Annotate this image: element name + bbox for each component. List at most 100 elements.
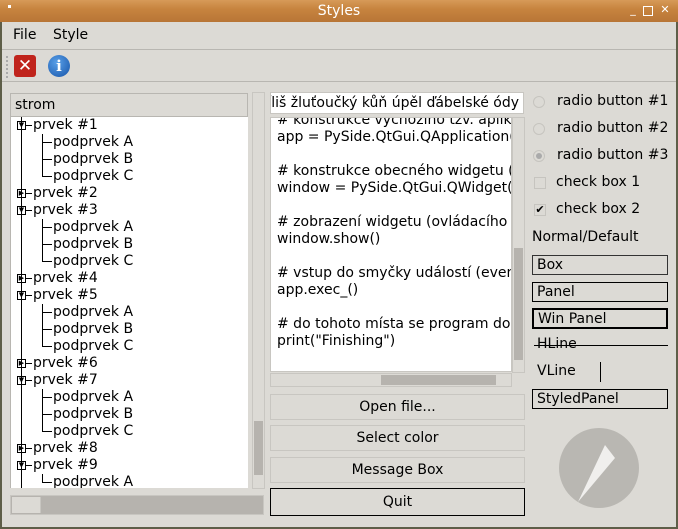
tree-subitem-label: podprvek A — [53, 389, 134, 405]
tree-subitem[interactable]: podprvek B — [11, 406, 248, 423]
tree-subitem-label: podprvek A — [53, 134, 134, 150]
text-vertical-scrollbar[interactable] — [512, 117, 525, 373]
title-bar: Styles _ ✕ — [0, 0, 678, 22]
normal-default-label: Normal/Default — [532, 229, 639, 245]
tree-branch-line — [26, 278, 32, 279]
slider-handle[interactable] — [12, 497, 41, 513]
tree-subitem[interactable]: podprvek B — [11, 151, 248, 168]
minimize-icon[interactable]: _ — [627, 4, 639, 16]
tree-branch-line — [26, 465, 32, 466]
tree-item[interactable]: ▼prvek #9 — [11, 457, 248, 474]
checkbox-label[interactable]: check box 2 — [556, 201, 640, 217]
tree-vertical-scrollbar[interactable] — [252, 92, 265, 489]
code-line: # vstup do smyčky událostí (event loop) — [277, 265, 511, 281]
message-box-button[interactable]: Message Box — [270, 457, 525, 483]
tree-subitem-label: podprvek B — [53, 151, 134, 167]
scrollbar-thumb[interactable] — [254, 421, 263, 475]
radio-button[interactable] — [533, 96, 545, 108]
tree-subitem-label: podprvek B — [53, 321, 134, 337]
code-text-edit[interactable]: # konstrukce výchozího tzv. aplikace app … — [270, 117, 512, 372]
info-icon[interactable]: i — [48, 55, 70, 77]
tree-child-line — [42, 474, 43, 483]
win-panel-frame: Win Panel — [532, 308, 668, 329]
tree-branch-line — [26, 448, 32, 449]
checkbox[interactable] — [534, 177, 546, 189]
quit-button[interactable]: Quit — [270, 488, 525, 516]
tree-branch-line — [42, 482, 52, 483]
tree-subitem-label: podprvek C — [53, 423, 134, 439]
tree-item[interactable]: ▶prvek #6 — [11, 355, 248, 372]
vline-label: VLine — [537, 363, 576, 379]
tree-item-label: prvek #6 — [33, 355, 98, 371]
maximize-icon[interactable] — [643, 6, 653, 16]
tree-subitem[interactable]: podprvek A — [11, 134, 248, 151]
tree-subitem[interactable]: podprvek A — [11, 304, 248, 321]
radio-label[interactable]: radio button #3 — [557, 147, 668, 163]
tree-item[interactable]: ▼prvek #1 — [11, 117, 248, 134]
radio-label[interactable]: radio button #1 — [557, 93, 668, 109]
tree-child-line — [42, 304, 43, 347]
code-line: app.exec_() — [277, 282, 359, 298]
tree-item-label: prvek #7 — [33, 372, 98, 388]
tree-item[interactable]: ▶prvek #4 — [11, 270, 248, 287]
tree-item[interactable]: ▼prvek #5 — [11, 287, 248, 304]
tree-branch-line — [42, 244, 52, 245]
tree-item[interactable]: ▼prvek #3 — [11, 202, 248, 219]
menu-style[interactable]: Style — [51, 27, 90, 43]
tree-root-line — [21, 117, 22, 488]
radio-label[interactable]: radio button #2 — [557, 120, 668, 136]
text-line-edit[interactable]: příliš žluťoučký kůň úpěl ďábelské ódy — [270, 92, 524, 114]
scrollbar-thumb[interactable] — [381, 375, 496, 385]
checkbox-label[interactable]: check box 1 — [556, 174, 640, 190]
tree-subitem-label: podprvek A — [53, 304, 134, 320]
select-color-button[interactable]: Select color — [270, 425, 525, 451]
tree-branch-line — [42, 312, 52, 313]
radio-button[interactable] — [533, 123, 545, 135]
tree-subitem[interactable]: podprvek C — [11, 423, 248, 440]
tree-branch-line — [26, 210, 32, 211]
code-line: # zobrazení widgetu (ovládacího prvku) — [277, 214, 511, 230]
tree-subitem[interactable]: podprvek B — [11, 236, 248, 253]
close-red-icon[interactable]: ✕ — [14, 55, 36, 77]
tree-branch-line — [42, 261, 52, 262]
dial[interactable] — [556, 425, 642, 511]
box-frame: Box — [532, 255, 668, 275]
scrollbar-thumb[interactable] — [514, 248, 523, 360]
menu-file[interactable]: File — [11, 27, 38, 43]
tree-header[interactable]: strom — [10, 93, 248, 117]
tree-subitem[interactable]: podprvek A — [11, 389, 248, 406]
code-line: # konstrukce obecného widgetu (okna) — [277, 163, 511, 179]
tree-subitem-label: podprvek B — [53, 406, 134, 422]
tree-branch-line — [26, 380, 32, 381]
checkbox[interactable]: ✔ — [534, 204, 546, 216]
tree-subitem[interactable]: podprvek A — [11, 474, 248, 488]
hline-label: HLine — [537, 336, 577, 352]
code-line: print("Finishing") — [277, 333, 396, 349]
horizontal-line — [534, 345, 668, 346]
tree-subitem[interactable]: podprvek A — [11, 219, 248, 236]
tree-item-label: prvek #8 — [33, 440, 98, 456]
code-line: app = PySide.QtGui.QApplication(sys.argv… — [277, 129, 512, 145]
tree-branch-line — [26, 125, 32, 126]
tree-subitem[interactable]: podprvek C — [11, 168, 248, 185]
tree-branch-line — [42, 346, 52, 347]
tree-child-line — [42, 134, 43, 177]
tree-subitem[interactable]: podprvek B — [11, 321, 248, 338]
tree-branch-line — [26, 363, 32, 364]
tree-item[interactable]: ▶prvek #2 — [11, 185, 248, 202]
tree-view[interactable]: ▼prvek #1podprvek Apodprvek Bpodprvek C▶… — [10, 117, 248, 488]
tree-subitem[interactable]: podprvek C — [11, 338, 248, 355]
code-line: # konstrukce výchozího tzv. aplikace — [277, 117, 512, 128]
toolbar-grip[interactable] — [6, 56, 9, 78]
tree-subitem-label: podprvek C — [53, 168, 134, 184]
horizontal-slider[interactable] — [10, 495, 264, 515]
tree-subitem[interactable]: podprvek C — [11, 253, 248, 270]
window-menu-icon[interactable] — [8, 5, 11, 8]
tree-item[interactable]: ▶prvek #8 — [11, 440, 248, 457]
open-file-button[interactable]: Open file... — [270, 394, 525, 420]
tree-branch-line — [42, 142, 52, 143]
text-horizontal-scrollbar[interactable] — [270, 373, 512, 387]
tree-item[interactable]: ▼prvek #7 — [11, 372, 248, 389]
close-window-icon[interactable]: ✕ — [659, 4, 671, 16]
radio-button[interactable] — [533, 150, 545, 162]
